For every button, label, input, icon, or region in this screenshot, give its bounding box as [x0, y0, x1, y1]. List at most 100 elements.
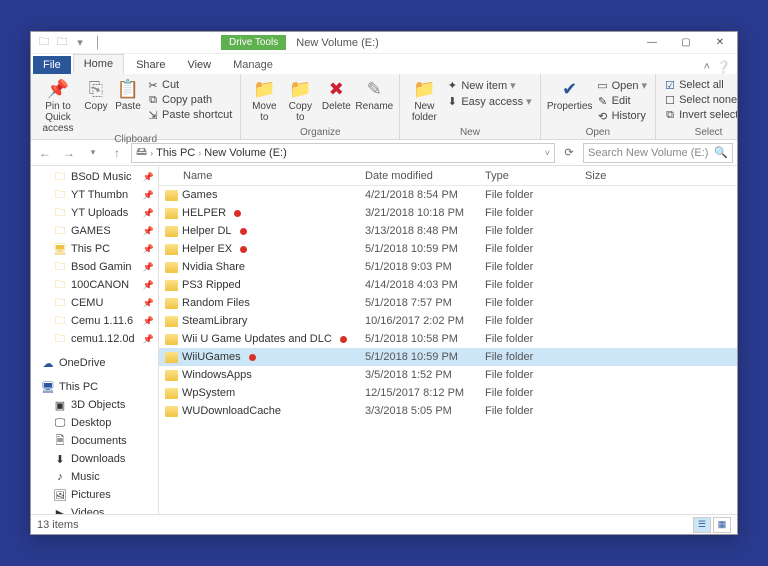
address-dropdown-icon[interactable]: ˅ — [545, 148, 550, 158]
qat-dropdown-icon[interactable]: ▾ — [73, 36, 87, 50]
tab-share[interactable]: Share — [126, 56, 175, 74]
refresh-button[interactable]: ⟳ — [559, 143, 579, 163]
file-row[interactable]: HELPER3/21/2018 10:18 PMFile folder — [159, 204, 737, 222]
recent-dropdown[interactable]: ▾ — [83, 143, 103, 163]
navigation-pane[interactable]: 🗀BSoD Music📌🗀YT Thumbn📌🗀YT Uploads📌🗀GAME… — [31, 166, 159, 514]
file-row[interactable]: WpSystem12/15/2017 8:12 PMFile folder — [159, 384, 737, 402]
sidebar-item-label: Downloads — [71, 453, 125, 465]
sidebar-item[interactable]: 🗀BSoD Music📌 — [31, 168, 158, 186]
sidebar-item[interactable]: 🗎Documents — [31, 432, 158, 450]
delete-button[interactable]: ✖Delete — [319, 76, 353, 112]
window-title: New Volume (E:) — [296, 37, 379, 49]
edit-button[interactable]: ✎Edit — [595, 94, 649, 108]
edit-label: Edit — [612, 95, 631, 107]
file-row[interactable]: SteamLibrary10/16/2017 2:02 PMFile folde… — [159, 312, 737, 330]
sidebar-item[interactable]: 🗀YT Uploads📌 — [31, 204, 158, 222]
sidebar-onedrive[interactable]: ☁OneDrive — [31, 354, 158, 372]
column-type[interactable]: Type — [479, 170, 579, 182]
pin-to-quick-access-button[interactable]: 📌 Pin to Quick access — [37, 76, 79, 134]
open-button[interactable]: ▭Open ▾ — [595, 78, 649, 93]
sidebar-item[interactable]: ♪Music — [31, 468, 158, 486]
maximize-button[interactable]: ▢ — [669, 32, 703, 54]
tab-home[interactable]: Home — [73, 54, 124, 74]
file-date: 5/1/2018 7:57 PM — [359, 297, 479, 309]
search-input[interactable]: Search New Volume (E:) 🔍 — [583, 143, 733, 163]
qat-item[interactable]: 🗀 — [55, 36, 69, 50]
move-to-button[interactable]: 📁Move to — [247, 76, 281, 123]
file-type: File folder — [479, 189, 579, 201]
group-clipboard: 📌 Pin to Quick access ⎘ Copy 📋 Paste ✂Cu… — [31, 74, 241, 139]
ribbon-collapse-icon[interactable]: ˄ — [704, 61, 710, 73]
file-row[interactable]: Nvidia Share5/1/2018 9:03 PMFile folder — [159, 258, 737, 276]
sidebar-item[interactable]: 🗀GAMES📌 — [31, 222, 158, 240]
properties-button[interactable]: ✔Properties — [547, 76, 593, 112]
pics-icon: 🖼 — [53, 488, 67, 502]
sidebar-item[interactable]: ▣3D Objects — [31, 396, 158, 414]
select-none-button[interactable]: ☐Select none — [662, 93, 738, 107]
sidebar-item[interactable]: 🖥This PC📌 — [31, 240, 158, 258]
close-button[interactable]: ✕ — [703, 32, 737, 54]
column-size[interactable]: Size — [579, 170, 659, 182]
column-name[interactable]: Name — [159, 170, 359, 182]
sidebar-this-pc[interactable]: 🖥This PC — [31, 378, 158, 396]
titlebar: 🗀 🗀 ▾ │ Drive Tools New Volume (E:) — ▢ … — [31, 32, 737, 54]
copy-path-button[interactable]: ⧉Copy path — [145, 93, 234, 107]
marker-dot — [340, 336, 347, 343]
copy-icon: ⎘ — [85, 78, 107, 100]
file-row[interactable]: Wii U Game Updates and DLC5/1/2018 10:58… — [159, 330, 737, 348]
breadcrumb-segment[interactable]: New Volume (E:) — [204, 147, 287, 159]
sidebar-item[interactable]: 🖼Pictures — [31, 486, 158, 504]
sidebar-item[interactable]: 🗀100CANON📌 — [31, 276, 158, 294]
tab-view[interactable]: View — [177, 56, 221, 74]
sidebar-item[interactable]: 🗀YT Thumbn📌 — [31, 186, 158, 204]
file-row[interactable]: WiiUGames5/1/2018 10:59 PMFile folder — [159, 348, 737, 366]
forward-button[interactable]: → — [59, 143, 79, 163]
up-button[interactable]: ↑ — [107, 143, 127, 163]
new-folder-button[interactable]: 📁New folder — [406, 76, 442, 123]
folder-icon — [165, 334, 178, 345]
history-button[interactable]: ⟲History — [595, 109, 649, 123]
file-row[interactable]: WindowsApps3/5/2018 1:52 PMFile folder — [159, 366, 737, 384]
breadcrumb-segment[interactable]: This PC — [156, 147, 195, 159]
easy-access-button[interactable]: ⬇Easy access ▾ — [444, 94, 533, 109]
tab-file[interactable]: File — [33, 56, 71, 74]
column-date[interactable]: Date modified — [359, 170, 479, 182]
sidebar-item-label: BSoD Music — [71, 171, 132, 183]
paste-shortcut-button[interactable]: ⇲Paste shortcut — [145, 108, 234, 122]
new-item-button[interactable]: ✦New item ▾ — [444, 78, 533, 93]
file-row[interactable]: PS3 Ripped4/14/2018 4:03 PMFile folder — [159, 276, 737, 294]
sidebar-item[interactable]: 🖵Desktop — [31, 414, 158, 432]
file-row[interactable]: Random Files5/1/2018 7:57 PMFile folder — [159, 294, 737, 312]
column-headers[interactable]: Name Date modified Type Size — [159, 166, 737, 186]
sidebar-item[interactable]: 🗀CEMU📌 — [31, 294, 158, 312]
details-view-button[interactable]: ☰ — [693, 517, 711, 533]
copy-to-icon: 📁 — [289, 78, 311, 100]
folder-icon — [165, 262, 178, 273]
thumbnails-view-button[interactable]: ▦ — [713, 517, 731, 533]
desktop-icon: 🖵 — [53, 416, 67, 430]
file-row[interactable]: Helper EX5/1/2018 10:59 PMFile folder — [159, 240, 737, 258]
tab-manage[interactable]: Manage — [223, 56, 283, 74]
address-bar[interactable]: 🖴 › This PC › New Volume (E:) ˅ — [131, 143, 555, 163]
minimize-button[interactable]: — — [635, 32, 669, 54]
file-row[interactable]: Helper DL3/13/2018 8:48 PMFile folder — [159, 222, 737, 240]
file-name: WpSystem — [182, 387, 235, 399]
cut-button[interactable]: ✂Cut — [145, 78, 234, 92]
copy-button[interactable]: ⎘ Copy — [81, 76, 111, 112]
select-all-button[interactable]: ☑Select all — [662, 78, 738, 92]
paste-button[interactable]: 📋 Paste — [113, 76, 143, 112]
copy-to-button[interactable]: 📁Copy to — [283, 76, 317, 123]
sidebar-item[interactable]: 🗀Bsod Gamin📌 — [31, 258, 158, 276]
sidebar-item[interactable]: ⬇Downloads — [31, 450, 158, 468]
file-list[interactable]: Games4/21/2018 8:54 PMFile folderHELPER3… — [159, 186, 737, 514]
sidebar-item[interactable]: 🗀Cemu 1.11.6📌 — [31, 312, 158, 330]
file-row[interactable]: Games4/21/2018 8:54 PMFile folder — [159, 186, 737, 204]
help-icon[interactable]: ❔ — [716, 60, 731, 74]
file-row[interactable]: WUDownloadCache3/3/2018 5:05 PMFile fold… — [159, 402, 737, 420]
sidebar-item[interactable]: 🗀cemu1.12.0d📌 — [31, 330, 158, 348]
back-button[interactable]: ← — [35, 143, 55, 163]
sidebar-item[interactable]: ▶Videos — [31, 504, 158, 514]
rename-button[interactable]: ✎Rename — [355, 76, 393, 112]
invert-selection-button[interactable]: ⧉Invert selection — [662, 108, 738, 122]
item-count: 13 items — [37, 519, 79, 531]
